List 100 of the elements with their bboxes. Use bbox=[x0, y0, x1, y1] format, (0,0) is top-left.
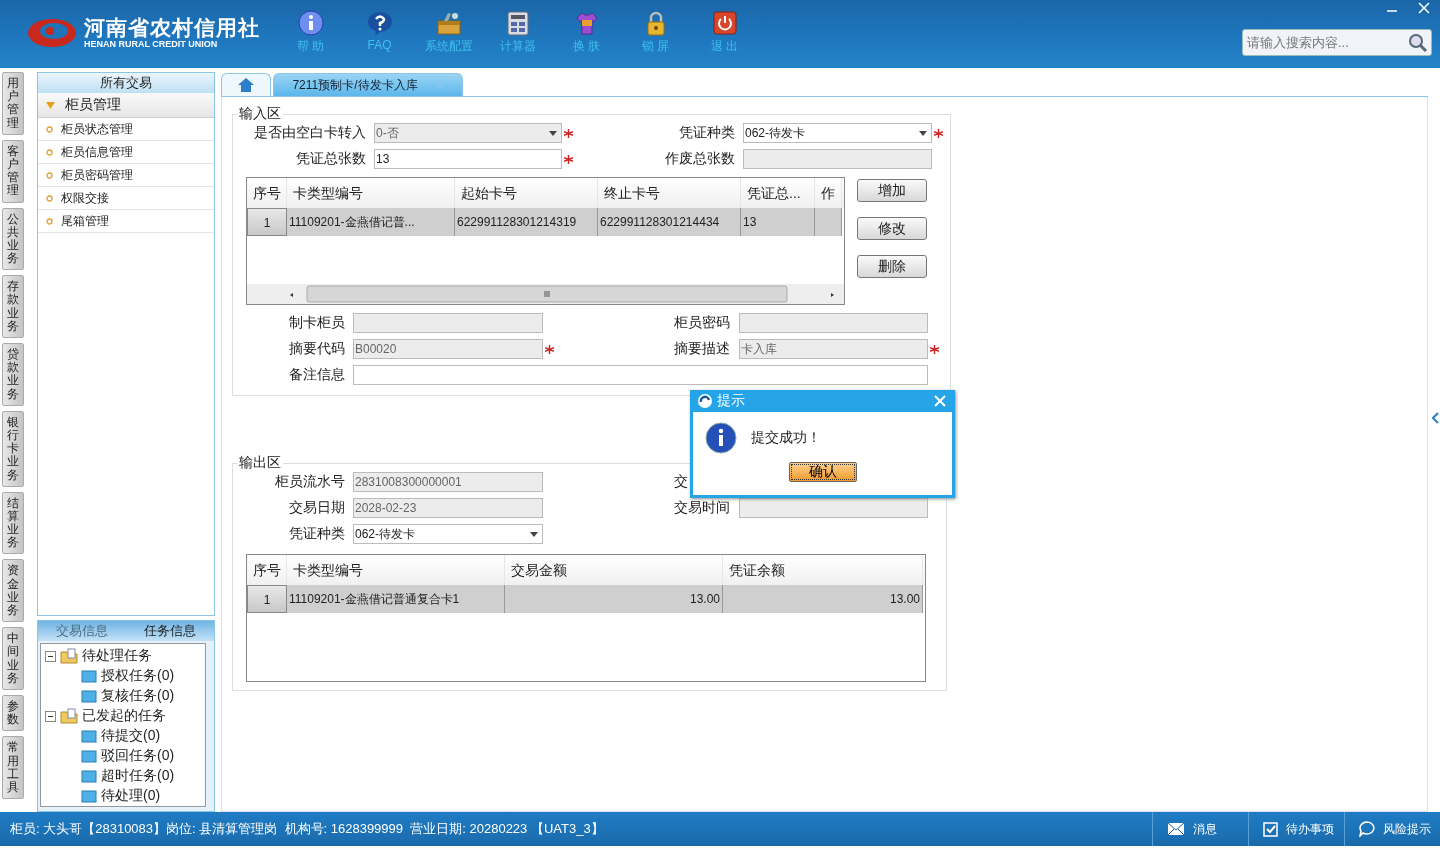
checkbox-icon bbox=[1263, 821, 1278, 837]
input-field[interactable] bbox=[353, 365, 928, 385]
field-label: 凭证种类 bbox=[678, 124, 735, 142]
action-button[interactable]: 增加 bbox=[857, 179, 927, 202]
field-label: 凭证种类 bbox=[288, 525, 345, 543]
side-tab[interactable]: 存款业务 bbox=[2, 275, 24, 338]
bullet-icon bbox=[46, 171, 53, 179]
side-tab[interactable]: 中间业务 bbox=[2, 627, 24, 690]
status-text: 柜员: 大头哥【28310083】岗位: 县清算管理岗 机构号: 1628399999 营业日期: 20280223 【UAT3_3】 bbox=[9, 820, 605, 838]
nav-item[interactable]: 柜员状态管理 bbox=[38, 118, 214, 141]
panel-title: 所有交易 bbox=[38, 73, 214, 93]
nav-item[interactable]: 尾箱管理 bbox=[38, 210, 214, 233]
input-field[interactable]: 13 bbox=[374, 149, 562, 169]
folder-icon bbox=[60, 708, 78, 724]
bullet-icon bbox=[46, 217, 53, 225]
section-title: 输入区 bbox=[238, 105, 282, 123]
field-label: 交易时间 bbox=[673, 499, 731, 517]
field-label: 凭证总张数 bbox=[295, 150, 366, 168]
tree-item[interactable]: 驳回任务(0) bbox=[101, 747, 175, 765]
table-cell: 1 bbox=[247, 585, 287, 613]
side-tab[interactable]: 公共业务 bbox=[2, 207, 24, 271]
bullet-icon bbox=[46, 125, 53, 133]
logo-subtitle: HENAN RURAL CREDIT UNION bbox=[84, 38, 219, 50]
confirm-button[interactable]: 确认 bbox=[788, 462, 857, 482]
side-tab[interactable]: 参数 bbox=[2, 694, 24, 732]
field-label: 柜员流水号 bbox=[274, 473, 345, 491]
folder-icon bbox=[81, 749, 97, 763]
search-field[interactable]: 请输入搜索内容... bbox=[1242, 29, 1432, 56]
side-tab[interactable]: 客户管理 bbox=[2, 139, 24, 203]
folder-icon bbox=[81, 689, 97, 703]
action-button[interactable]: 修改 bbox=[857, 217, 927, 240]
folder-icon bbox=[81, 729, 97, 743]
table-cell bbox=[815, 208, 842, 236]
collapse-icon[interactable] bbox=[45, 650, 56, 662]
field-label: 制卡柜员 bbox=[288, 314, 345, 332]
field-label: 备注信息 bbox=[288, 366, 345, 384]
status-button[interactable]: 风险提示 bbox=[1344, 812, 1440, 846]
tree-item[interactable]: 待处理任务 bbox=[82, 647, 152, 665]
home-tab[interactable] bbox=[221, 73, 271, 96]
field-label: 交 bbox=[673, 473, 689, 491]
status-button[interactable]: 消息 bbox=[1152, 812, 1248, 846]
bullet-icon bbox=[46, 194, 53, 202]
field-label: 作废总张数 bbox=[664, 150, 735, 168]
folder-icon bbox=[81, 789, 97, 803]
side-tab[interactable]: 结算业务 bbox=[2, 491, 24, 555]
table-cell: 11109201-金燕借记普通复合卡1 bbox=[287, 585, 505, 613]
section-title: 输出区 bbox=[238, 454, 282, 472]
info-icon bbox=[705, 422, 737, 454]
table-cell: 13.00 bbox=[505, 585, 723, 613]
status-button[interactable]: 待办事项 bbox=[1248, 812, 1344, 846]
folder-icon bbox=[81, 769, 97, 783]
page-tab[interactable]: 7211预制卡/待发卡入库 bbox=[273, 73, 463, 96]
side-tab[interactable]: 用户管理 bbox=[2, 72, 24, 135]
nav-item[interactable]: 柜员密码管理 bbox=[38, 164, 214, 187]
tree-item[interactable]: 待处理(0) bbox=[101, 787, 161, 805]
collapse-handle-icon[interactable] bbox=[1432, 412, 1440, 424]
tree-item[interactable]: 已发起的任务 bbox=[82, 707, 166, 725]
side-tab[interactable]: 资金业务 bbox=[2, 559, 24, 623]
tree-item[interactable]: 授权任务(0) bbox=[101, 667, 175, 685]
toolbar-icon bbox=[504, 10, 531, 36]
table-cell: 11109201-金燕借记普... bbox=[287, 208, 455, 236]
nav-item[interactable]: 权限交接 bbox=[38, 187, 214, 210]
dialog-title: 提示 bbox=[717, 392, 746, 410]
toolbar-icon bbox=[297, 10, 324, 36]
side-tab[interactable]: 银行卡业务 bbox=[2, 410, 24, 487]
tree-item[interactable]: 超时任务(0) bbox=[101, 767, 175, 785]
panel-tab[interactable]: 任务信息 bbox=[126, 621, 214, 641]
tree-item[interactable]: 复核任务(0) bbox=[101, 687, 175, 705]
logo-title: 河南省农村信用社 bbox=[84, 16, 260, 39]
action-button[interactable]: 删除 bbox=[857, 255, 927, 278]
logo-icon bbox=[26, 16, 78, 50]
collapse-icon[interactable] bbox=[45, 710, 56, 722]
side-tab[interactable]: 常用工具 bbox=[2, 736, 24, 800]
side-tab[interactable]: 贷款业务 bbox=[2, 343, 24, 406]
panel-tab[interactable]: 交易信息 bbox=[38, 621, 126, 641]
table-cell: 622991128301214434 bbox=[598, 208, 741, 236]
mail-icon bbox=[1167, 822, 1185, 836]
folder-icon bbox=[60, 648, 78, 664]
home-icon bbox=[238, 78, 254, 92]
field-label: 柜员密码 bbox=[673, 314, 731, 332]
table-cell: 1 bbox=[247, 208, 287, 236]
dialog-message: 提交成功！ bbox=[751, 429, 821, 447]
caret-icon bbox=[919, 130, 927, 136]
dropdown[interactable]: 062-待发卡 bbox=[743, 123, 932, 143]
nav-group[interactable]: 柜员管理 bbox=[38, 93, 214, 118]
nav-item[interactable]: 柜员信息管理 bbox=[38, 141, 214, 164]
toolbar-icon bbox=[366, 10, 393, 36]
search-icon[interactable] bbox=[1408, 33, 1428, 53]
caret-icon bbox=[46, 101, 55, 109]
app-icon bbox=[697, 393, 713, 409]
bullet-icon bbox=[46, 148, 53, 156]
field-label: 摘要描述 bbox=[673, 340, 731, 358]
table-row[interactable]: 1 11109201-金燕借记普通复合卡1 13.00 13.00 bbox=[247, 585, 925, 613]
folder-icon bbox=[81, 669, 97, 683]
toolbar-icon bbox=[711, 10, 738, 36]
field-label: 是否由空白卡转入 bbox=[253, 124, 366, 142]
table-row[interactable]: 1 11109201-金燕借记普... 622991128301214319 622991128301214434 13 bbox=[247, 208, 844, 236]
field-label: 交易日期 bbox=[288, 499, 345, 517]
tree-item[interactable]: 待提交(0) bbox=[101, 727, 161, 745]
dropdown[interactable]: 062-待发卡 bbox=[353, 524, 543, 544]
